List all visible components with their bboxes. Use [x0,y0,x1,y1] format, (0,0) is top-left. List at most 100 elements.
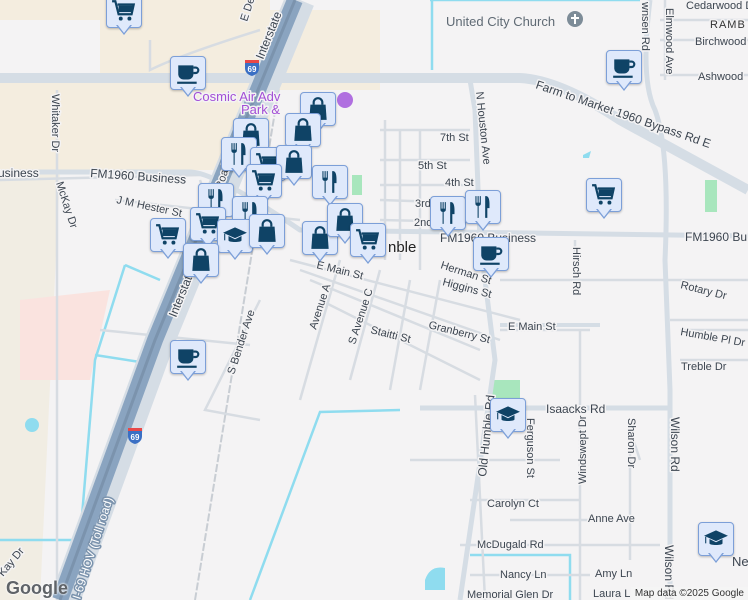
coffee-cup-icon [478,241,504,267]
town-label: nble [388,239,416,256]
map-attribution[interactable]: Map data ©2025 Google [630,587,748,600]
road-label: Wilson Rd [668,417,682,472]
road-label: 7th St [440,132,469,144]
map-marker-coffee[interactable] [170,340,206,384]
marker-pointer [483,267,499,278]
road-label: 5th St [418,160,447,172]
pond [25,418,39,432]
road-label: Ne [732,554,748,569]
marker-box [246,164,282,198]
map-marker-cart[interactable] [106,0,142,38]
shopping-cart-icon [355,227,381,253]
shopping-cart-icon [251,168,277,194]
road-label: Whitaker Dr [49,94,61,152]
marker-pointer [227,249,243,260]
road-label: wnsen Rd [639,1,651,51]
road-label: Memorial Glen Dr [467,589,554,600]
shopping-bag-icon [281,149,307,175]
graduation-cap-icon [703,526,729,552]
marker-box [150,218,186,252]
coffee-cup-icon [175,344,201,370]
road-label: Carolyn Ct [487,498,539,510]
marker-pointer [116,24,132,35]
road-label: McDugald Rd [477,539,544,551]
marker-pointer [180,370,196,381]
marker-pointer [312,251,328,262]
map-marker-cap[interactable] [698,522,734,566]
marker-pointer [440,226,456,237]
svg-text:69: 69 [131,433,140,442]
road-label: Windswept Dr [577,415,589,484]
road-label: Nancy Ln [500,569,546,581]
shopping-cart-icon [111,0,137,24]
pond [425,567,445,590]
road-label: Sharon Dr [625,418,637,468]
marker-box [170,56,206,90]
marker-pointer [286,175,302,186]
marker-box [430,196,466,230]
marker-box [698,522,734,556]
marker-box [312,165,348,199]
road-label: Ashwood [698,71,743,83]
map-marker-bag[interactable] [249,214,285,258]
marker-box [586,178,622,212]
road-label: Cedarwood D [686,0,748,12]
map-marker-cap[interactable] [217,219,253,263]
map-marker-bag[interactable] [183,243,219,287]
fork-knife-icon [435,200,461,226]
wilson-road [643,0,673,600]
road-label: Hirsch Rd [570,247,582,295]
shopping-bag-icon [290,117,316,143]
map-marker-coffee[interactable] [170,56,206,100]
road-label: Isaacks Rd [546,402,605,416]
graduation-cap-icon [495,402,521,428]
map-marker-cart[interactable] [350,223,386,267]
road-label: Rotary Dr [679,279,728,302]
road-label: Laura L [593,588,630,600]
marker-pointer [180,86,196,97]
road-label: Amy Ln [595,568,632,580]
road-label: Staitti St [369,324,412,346]
map-marker-coffee[interactable] [606,50,642,94]
marker-pointer [360,253,376,264]
road-label: 4th St [445,177,474,189]
road-label: Elmwood Ave [663,8,675,74]
neighborhood-label: RAMB [710,19,746,31]
road-label: Avenue A [307,282,333,331]
road-label: Birchwood [695,36,746,48]
shopping-bag-icon [188,247,214,273]
graduation-cap-icon [222,223,248,249]
marker-box [606,50,642,84]
church-label: United City Church [446,14,555,29]
interstate-shield-icon: 69 [128,428,142,444]
marker-box [285,113,321,147]
coffee-cup-icon [175,60,201,86]
map-marker-cart[interactable] [150,218,186,262]
map-marker-cap[interactable] [490,398,526,442]
marker-pointer [259,244,275,255]
marker-pointer [708,552,724,563]
marker-pointer [475,220,491,231]
map-marker-fork[interactable] [465,190,501,234]
road-label: 3rd [415,198,431,210]
marker-pointer [596,208,612,219]
map-marker-coffee[interactable] [473,237,509,281]
marker-box [490,398,526,432]
shopping-cart-icon [155,222,181,248]
road-label: J M Hester St [115,194,183,220]
fork-knife-icon [317,169,343,195]
marker-pointer [160,248,176,259]
shopping-cart-icon [591,182,617,208]
google-logo: Google [6,578,68,598]
road-label: usiness [0,166,39,180]
svg-text:69: 69 [248,65,257,74]
road-label: Anne Ave [588,513,635,525]
marker-pointer [616,80,632,91]
fork-knife-icon [470,194,496,220]
marker-pointer [193,273,209,284]
map-marker-fork[interactable] [430,196,466,240]
map-marker-cart[interactable] [586,178,622,222]
marker-box [170,340,206,374]
marker-box [350,223,386,257]
marker-pointer [231,167,247,178]
